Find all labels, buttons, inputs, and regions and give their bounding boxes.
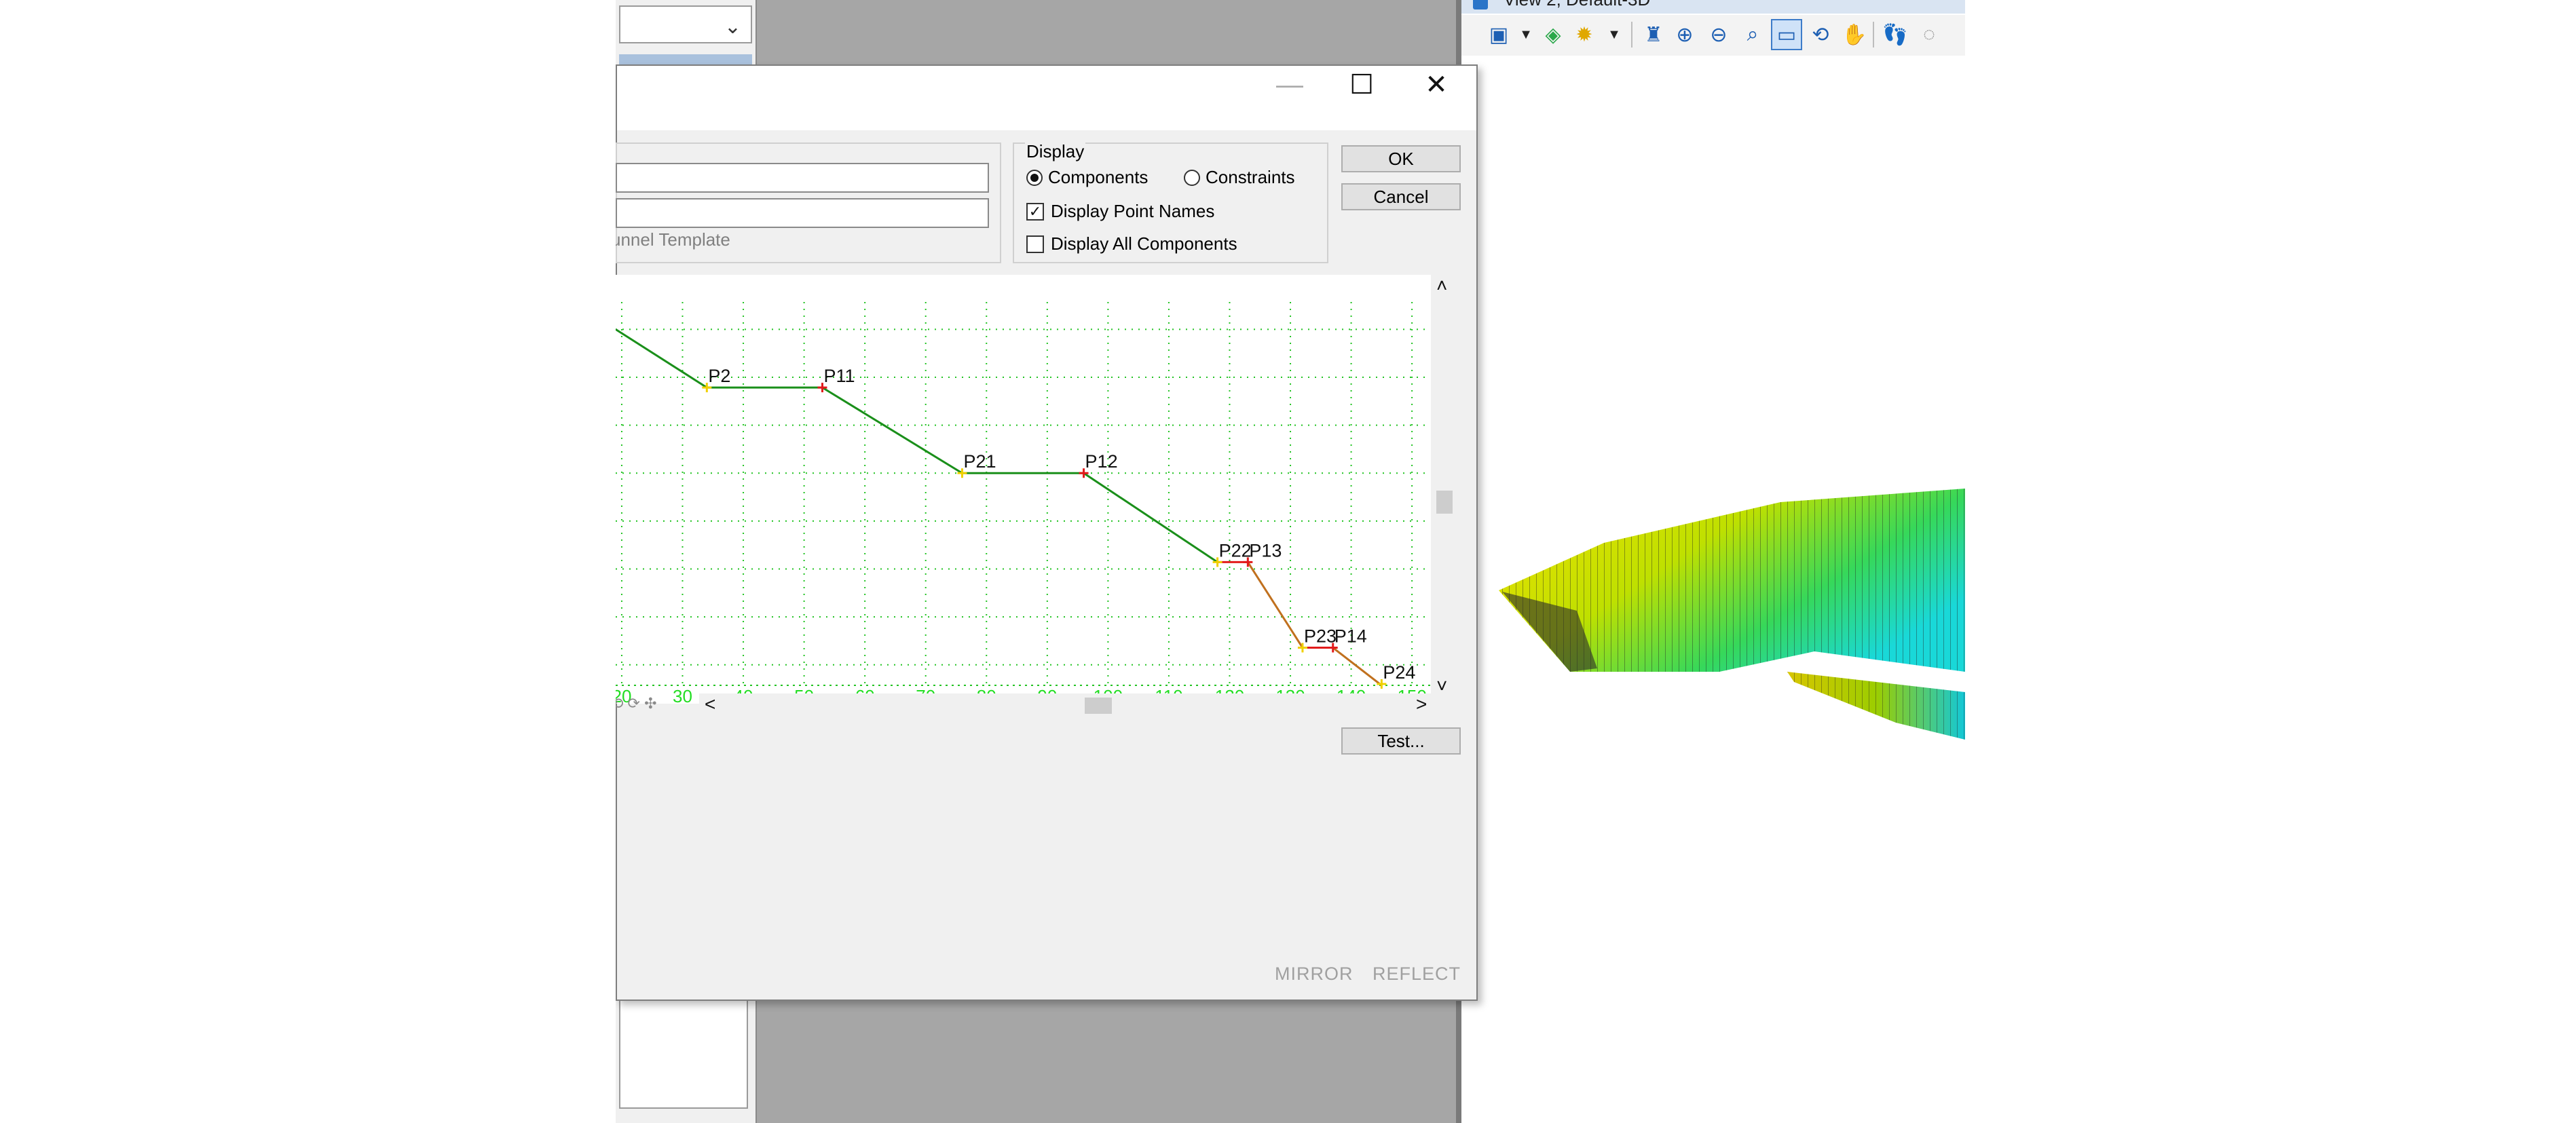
brush-icon[interactable]: ♜ [1638,19,1669,50]
checkbox-empty-icon[interactable] [1026,235,1044,253]
point-name-label: P13 [1249,540,1282,560]
scroll-down-icon[interactable]: ˅ [1436,675,1447,697]
zoom-in-icon[interactable]: ⊕ [1669,19,1700,50]
component-segment [1247,561,1304,649]
display-legend: Display [1025,141,1086,162]
radio-selected-icon[interactable] [1026,169,1043,186]
template-chart[interactable]: 2030405060708090100110120130140150P2P11P… [616,275,1437,704]
view-icon [1473,0,1488,9]
minimize-button[interactable]: — [1263,68,1317,102]
scroll-left-icon[interactable]: < [705,693,715,715]
view-title: View 2, Default-3D [1504,0,1650,10]
camera-icon[interactable]: ◌ [1914,19,1945,50]
chevron-down-icon[interactable]: ▼ [1599,19,1630,50]
display-all-components-label: Display All Components [1051,233,1237,254]
maximize-button[interactable]: ☐ [1334,68,1389,102]
panel-list[interactable] [619,997,748,1109]
name-field[interactable] [616,163,989,193]
horizontal-scrollbar[interactable]: < > [699,693,1431,717]
display-all-components-checkbox[interactable]: Display All Components [1026,233,1237,254]
pan-view-icon[interactable]: ✋ [1839,19,1870,50]
mirror-button[interactable]: MIRROR [1275,964,1354,985]
view-toolbar: ▣ ▼ ◈ ✹ ▼ ♜ ⊕ ⊖ ⌕ ▭ ⟲ ✋ 👣 ◌ [1461,15,1965,56]
rotate-view-icon[interactable]: ⟲ [1805,19,1836,50]
zoom-out-icon[interactable]: ⊖ [1703,19,1734,50]
vertical-scrollbar[interactable]: ˄ ˅ [1431,275,1455,704]
mesh-surface [1499,489,1965,740]
view-window[interactable] [1461,0,1965,1123]
walk-icon[interactable]: 👣 [1880,19,1911,50]
description-field[interactable] [616,198,989,228]
point-name-label: P21 [963,451,996,472]
point-name-label: P12 [1085,451,1118,472]
components-radio[interactable]: Components [1026,167,1148,188]
scroll-up-icon[interactable]: ˄ [1436,275,1447,297]
point-name-label: P23 [1304,626,1337,647]
component-segment [1332,647,1383,687]
component-segment [821,386,963,474]
vertical-scroll-thumb[interactable] [1436,491,1453,514]
lighting-icon[interactable]: ✹ [1569,19,1600,50]
test-button[interactable]: Test... [1341,727,1461,755]
point-name-label: P11 [823,366,855,386]
constraints-radio[interactable]: Constraints [1184,167,1295,188]
scroll-right-icon[interactable]: > [1416,693,1427,715]
point-name-label: P24 [1383,662,1415,683]
ok-button[interactable]: OK [1341,145,1461,172]
toolbar-separator [1631,22,1632,47]
display-point-names-label: Display Point Names [1051,201,1215,221]
horizontal-scroll-thumb[interactable] [1085,698,1112,714]
component-segment [616,328,708,389]
template-path-label: unnel Template [611,229,730,250]
reflect-button[interactable]: REFLECT [1373,964,1461,985]
checkmark-icon[interactable]: ✓ [1026,202,1044,221]
toolbar-separator [1873,22,1874,47]
chevron-down-icon[interactable]: ⌄ [724,15,741,39]
canvas-tools[interactable]: ⟲ ⟳ ✣ [611,695,657,712]
point-name-label: P2 [708,366,730,386]
close-button[interactable]: ✕ [1409,68,1463,102]
3d-model-view[interactable] [1461,0,1965,1123]
left-margin [0,0,616,1123]
window-area-icon[interactable]: ▭ [1771,19,1802,50]
x-tick-label: 30 [673,686,692,704]
levels-icon[interactable]: ◈ [1537,19,1569,50]
display-point-names-checkbox[interactable]: ✓ Display Point Names [1026,201,1214,222]
panel-combo-box[interactable]: ⌄ [619,5,752,43]
cancel-button[interactable]: Cancel [1341,183,1461,210]
template-canvas[interactable]: 2030405060708090100110120130140150P2P11P… [616,275,1437,704]
fit-view-icon[interactable]: ⌕ [1737,19,1768,50]
point-name-label: P22 [1219,540,1252,560]
component-segment [1083,472,1218,563]
components-label: Components [1048,167,1149,187]
right-margin [1965,0,2576,1123]
radio-unselected-icon[interactable] [1184,169,1200,186]
constraints-label: Constraints [1206,167,1295,187]
point-name-label: P14 [1334,626,1367,647]
